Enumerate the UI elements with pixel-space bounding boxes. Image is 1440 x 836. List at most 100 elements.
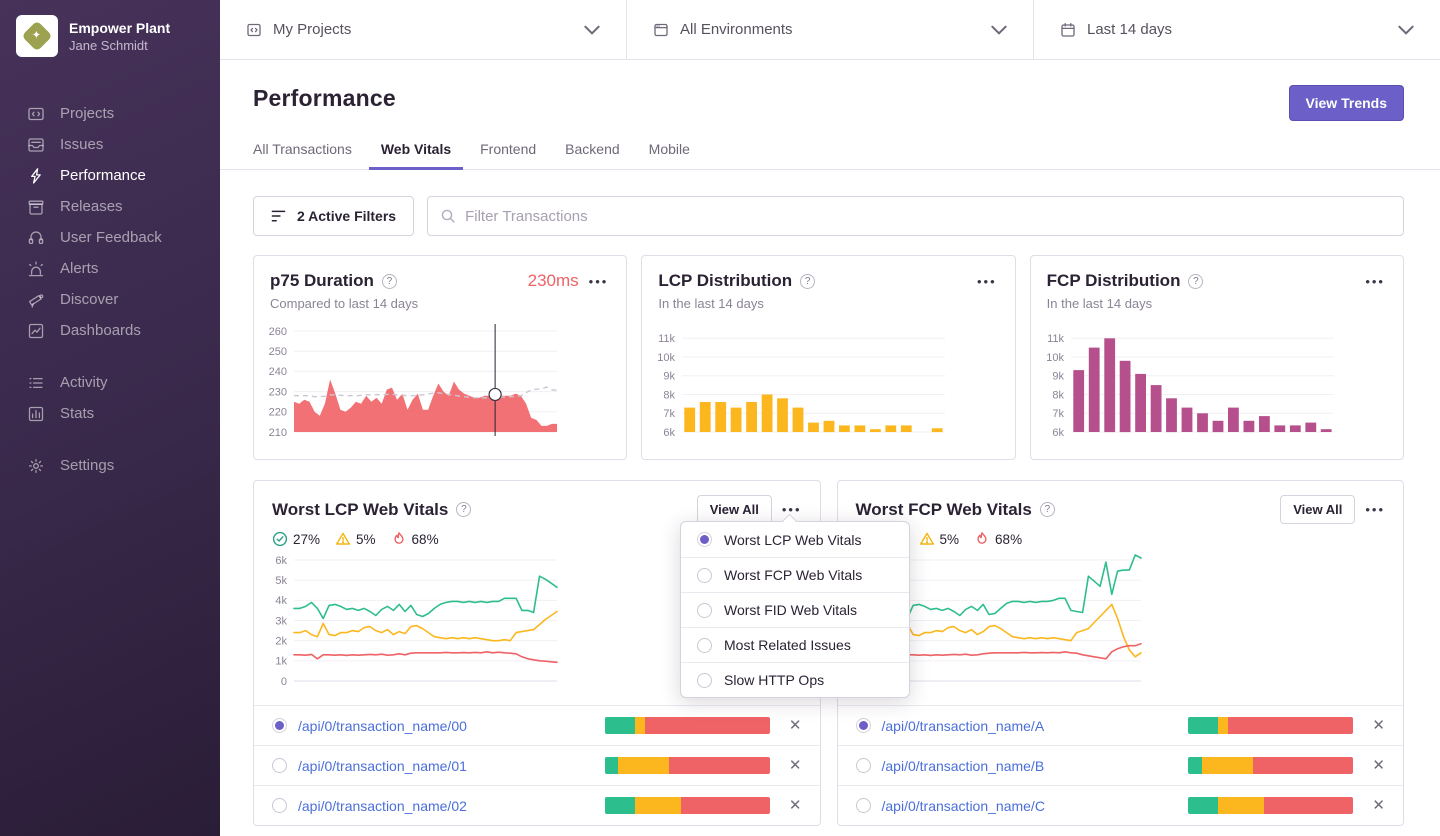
card-context-menu-icon[interactable]: ••• (975, 273, 999, 290)
menu-item-most-related-issues[interactable]: Most Related Issues (681, 627, 909, 662)
view-trends-button[interactable]: View Trends (1289, 85, 1404, 121)
sidebar-item-label: Stats (60, 405, 94, 422)
transaction-row: /api/0/transaction_name/00 ✕ (254, 705, 820, 745)
sidebar-item-issues[interactable]: Issues (0, 129, 220, 160)
org-switcher[interactable]: ✦ Empower Plant Jane Schmidt (0, 0, 220, 72)
help-icon[interactable]: ? (1188, 274, 1203, 289)
org-name: Empower Plant (69, 20, 170, 36)
close-icon[interactable]: ✕ (1372, 758, 1385, 773)
p75-current-value: 230ms (528, 271, 579, 291)
global-filter-all-environments[interactable]: All Environments (626, 0, 1033, 59)
sidebar-item-stats[interactable]: Stats (0, 398, 220, 429)
tab-frontend[interactable]: Frontend (468, 131, 548, 170)
sidebar-item-activity[interactable]: Activity (0, 367, 220, 398)
transaction-radio[interactable] (272, 798, 287, 813)
sidebar-item-label: Performance (60, 167, 146, 184)
sidebar-item-user-feedback[interactable]: User Feedback (0, 222, 220, 253)
badge-value: 68% (995, 532, 1022, 547)
close-icon[interactable]: ✕ (789, 718, 802, 733)
card-title: Worst FCP Web Vitals (856, 500, 1032, 520)
global-filter-bar: My Projects All Environments Last 14 day… (220, 0, 1440, 60)
vital-bar-segment (645, 717, 770, 734)
vital-distribution-bar (1188, 797, 1353, 814)
transaction-link[interactable]: /api/0/transaction_name/A (882, 718, 1178, 734)
help-icon[interactable]: ? (382, 274, 397, 289)
sidebar-item-projects[interactable]: Projects (0, 98, 220, 129)
close-icon[interactable]: ✕ (1372, 718, 1385, 733)
vital-bar-segment (1264, 797, 1353, 814)
search-input[interactable] (465, 208, 1391, 225)
help-icon[interactable]: ? (800, 274, 815, 289)
vital-badge: 5% (335, 531, 376, 547)
sidebar-item-discover[interactable]: Discover (0, 284, 220, 315)
badge-value: 27% (293, 532, 320, 547)
transaction-link[interactable]: /api/0/transaction_name/B (882, 758, 1178, 774)
menu-item-worst-lcp-web-vitals[interactable]: Worst LCP Web Vitals (681, 522, 909, 557)
close-icon[interactable]: ✕ (789, 758, 802, 773)
transaction-link[interactable]: /api/0/transaction_name/00 (298, 718, 594, 734)
help-icon[interactable]: ? (1040, 502, 1055, 517)
active-filters-button[interactable]: 2 Active Filters (253, 196, 414, 236)
vital-distribution-bar (605, 717, 770, 734)
card-title: p75 Duration (270, 271, 374, 291)
transaction-row: /api/0/transaction_name/01 ✕ (254, 745, 820, 785)
svg-text:8k: 8k (1052, 389, 1064, 401)
tab-all-transactions[interactable]: All Transactions (241, 131, 364, 170)
transaction-radio[interactable] (856, 798, 871, 813)
vital-bar-segment (635, 797, 681, 814)
vital-distribution-bar (1188, 717, 1353, 734)
transaction-radio[interactable] (856, 718, 871, 733)
performance-tabs: All TransactionsWeb VitalsFrontendBacken… (220, 131, 1440, 170)
search-icon (440, 208, 456, 224)
card-context-menu-icon[interactable]: ••• (587, 273, 611, 290)
vital-bar-segment (1218, 717, 1228, 734)
card-subtitle: In the last 14 days (658, 296, 998, 311)
fire-icon (391, 531, 407, 547)
sidebar-item-label: Settings (60, 457, 114, 474)
transaction-radio[interactable] (856, 758, 871, 773)
menu-item-label: Slow HTTP Ops (724, 672, 824, 688)
close-icon[interactable]: ✕ (1372, 798, 1385, 813)
sidebar-item-dashboards[interactable]: Dashboards (0, 315, 220, 346)
vital-badge: 27% (272, 531, 320, 547)
view-all-button[interactable]: View All (697, 495, 772, 524)
view-all-button[interactable]: View All (1280, 495, 1355, 524)
help-icon[interactable]: ? (456, 502, 471, 517)
global-filter-my-projects[interactable]: My Projects (220, 0, 626, 59)
vital-bar-segment (1218, 797, 1264, 814)
sidebar-item-label: Alerts (60, 260, 98, 277)
releases-icon (27, 198, 45, 216)
close-icon[interactable]: ✕ (789, 798, 802, 813)
projects-icon (27, 105, 45, 123)
global-filter-last-14-days[interactable]: Last 14 days (1033, 0, 1440, 59)
sidebar-item-performance[interactable]: Performance (0, 160, 220, 191)
tab-web-vitals[interactable]: Web Vitals (369, 131, 463, 170)
fcp-distribution-card: FCP Distribution ? ••• In the last 14 da… (1030, 255, 1404, 460)
fire-icon (974, 531, 990, 547)
lcp-distribution-card: LCP Distribution ? ••• In the last 14 da… (641, 255, 1015, 460)
transaction-radio[interactable] (272, 758, 287, 773)
sidebar-item-label: Projects (60, 105, 114, 122)
vital-bar-segment (605, 717, 635, 734)
menu-item-worst-fid-web-vitals[interactable]: Worst FID Web Vitals (681, 592, 909, 627)
menu-item-slow-http-ops[interactable]: Slow HTTP Ops (681, 662, 909, 697)
lcp-distribution-chart: 11k10k9k8k7k6k (650, 320, 950, 446)
menu-item-worst-fcp-web-vitals[interactable]: Worst FCP Web Vitals (681, 557, 909, 592)
transaction-row: /api/0/transaction_name/A ✕ (838, 705, 1404, 745)
sidebar-item-settings[interactable]: Settings (0, 450, 220, 481)
transaction-radio[interactable] (272, 718, 287, 733)
sidebar-item-alerts[interactable]: Alerts (0, 253, 220, 284)
tab-mobile[interactable]: Mobile (637, 131, 702, 170)
card-context-menu-icon[interactable]: ••• (1363, 273, 1387, 290)
sidebar-item-releases[interactable]: Releases (0, 191, 220, 222)
menu-radio (697, 532, 712, 547)
transaction-link[interactable]: /api/0/transaction_name/01 (298, 758, 594, 774)
tab-backend[interactable]: Backend (553, 131, 631, 170)
transaction-link[interactable]: /api/0/transaction_name/02 (298, 798, 594, 814)
filter-icon (271, 209, 286, 223)
transaction-link[interactable]: /api/0/transaction_name/C (882, 798, 1178, 814)
svg-text:10k: 10k (1046, 352, 1064, 364)
card-context-menu-icon[interactable]: ••• (1363, 501, 1387, 518)
svg-text:4k: 4k (275, 595, 287, 607)
menu-radio (697, 673, 712, 688)
